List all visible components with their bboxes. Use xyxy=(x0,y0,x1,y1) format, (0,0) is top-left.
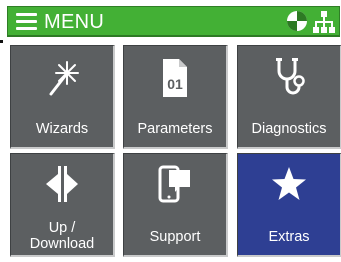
tile-label-line2: Download xyxy=(29,236,95,252)
star-icon xyxy=(272,167,306,200)
tile-label: Parameters xyxy=(137,121,213,137)
stethoscope-icon xyxy=(276,58,305,95)
marker xyxy=(0,40,3,43)
extras-tile[interactable]: Extras xyxy=(237,153,341,257)
up-download-tile[interactable]: Up / Download xyxy=(10,153,115,257)
tile-label: Up / Download xyxy=(11,220,113,252)
parameters-tile[interactable]: 01 Parameters xyxy=(123,45,228,149)
hamburger-menu-icon[interactable] xyxy=(16,13,37,30)
tile-label: Diagnostics xyxy=(251,121,327,137)
tile-label-line1: Up / xyxy=(48,220,76,236)
support-tile[interactable]: Support xyxy=(123,153,228,257)
support-device-chat-icon xyxy=(158,165,190,203)
up-download-arrows-icon xyxy=(46,166,78,202)
device-status-icon[interactable] xyxy=(286,10,308,32)
parameters-document-icon: 01 xyxy=(163,59,187,97)
menu-header: MENU xyxy=(7,6,340,37)
tile-label: Support xyxy=(149,229,201,245)
parameters-icon-text: 01 xyxy=(167,76,183,92)
menu-screen: MENU Wizards 01 Parameters Diagnostics U… xyxy=(0,0,341,262)
magic-wand-icon xyxy=(49,61,79,96)
tile-label: Wizards xyxy=(35,121,89,137)
page-title: MENU xyxy=(44,11,105,33)
diagnostics-tile[interactable]: Diagnostics xyxy=(237,45,341,149)
network-tree-icon[interactable] xyxy=(313,10,335,34)
tile-label: Extras xyxy=(268,229,310,245)
wizards-tile[interactable]: Wizards xyxy=(10,45,115,149)
